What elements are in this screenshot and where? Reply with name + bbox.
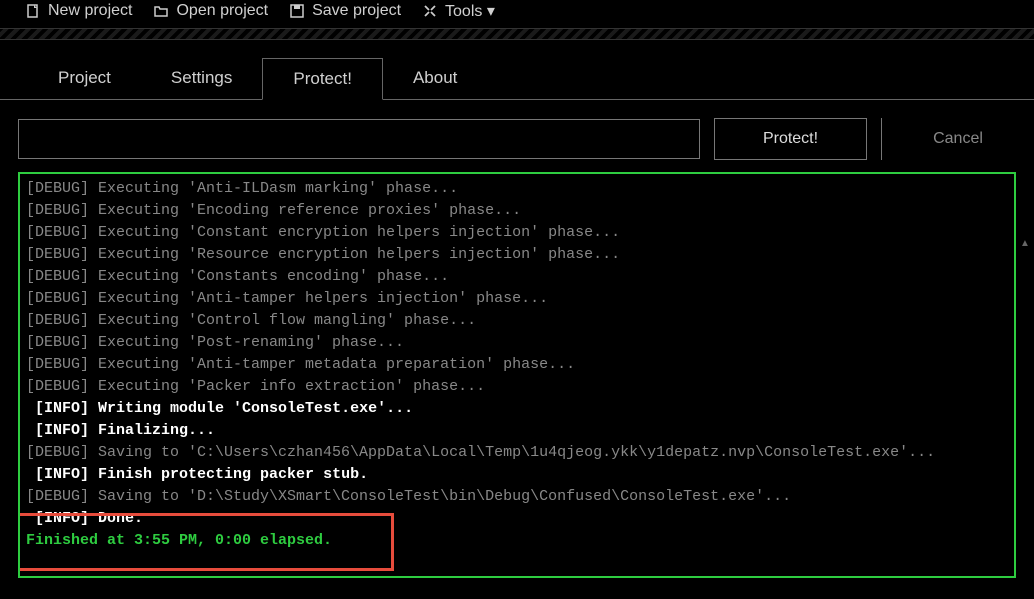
save-project-label: Save project	[312, 2, 401, 20]
log-line: [DEBUG] Executing 'Anti-tamper helpers i…	[26, 288, 1008, 310]
cancel-button[interactable]: Cancel	[881, 118, 1034, 160]
log-line: [DEBUG] Executing 'Constants encoding' p…	[26, 266, 1008, 288]
scroll-up-arrow[interactable]: ▲	[1016, 234, 1034, 252]
log-line: [DEBUG] Executing 'Packer info extractio…	[26, 376, 1008, 398]
action-row: Protect! Cancel	[0, 100, 1034, 172]
new-project-icon	[24, 2, 42, 20]
tools-icon	[421, 2, 439, 20]
progress-bar	[18, 119, 700, 159]
log-line: [INFO] Done.	[26, 508, 1008, 530]
tab-protect[interactable]: Protect!	[262, 58, 383, 100]
save-project-button[interactable]: Save project	[282, 0, 407, 22]
log-line: [INFO] Finish protecting packer stub.	[26, 464, 1008, 486]
log-line: [INFO] Finalizing...	[26, 420, 1008, 442]
protect-button[interactable]: Protect!	[714, 118, 867, 160]
toolbar: New project Open project Save project To…	[0, 0, 1034, 28]
save-project-icon	[288, 2, 306, 20]
console-output: [DEBUG] Executing 'Anti-ILDasm marking' …	[18, 172, 1016, 578]
new-project-label: New project	[48, 2, 132, 20]
log-line: Finished at 3:55 PM, 0:00 elapsed.	[26, 530, 1008, 552]
log-line: [INFO] Writing module 'ConsoleTest.exe'.…	[26, 398, 1008, 420]
open-project-label: Open project	[176, 2, 268, 20]
tools-label: Tools ▾	[445, 1, 495, 21]
scrollbar[interactable]: ▲	[1016, 234, 1034, 578]
log-line: [DEBUG] Executing 'Resource encryption h…	[26, 244, 1008, 266]
log-line: [DEBUG] Saving to 'D:\Study\XSmart\Conso…	[26, 486, 1008, 508]
log-line: [DEBUG] Executing 'Encoding reference pr…	[26, 200, 1008, 222]
tabs: Project Settings Protect! About	[0, 58, 1034, 99]
log-line: [DEBUG] Executing 'Anti-ILDasm marking' …	[26, 178, 1008, 200]
new-project-button[interactable]: New project	[18, 0, 138, 22]
log-line: [DEBUG] Executing 'Constant encryption h…	[26, 222, 1008, 244]
open-project-button[interactable]: Open project	[146, 0, 274, 22]
tab-project[interactable]: Project	[28, 58, 141, 99]
log-line: [DEBUG] Executing 'Post-renaming' phase.…	[26, 332, 1008, 354]
separator	[0, 28, 1034, 40]
log-line: [DEBUG] Executing 'Control flow mangling…	[26, 310, 1008, 332]
open-project-icon	[152, 2, 170, 20]
log-line: [DEBUG] Saving to 'C:\Users\czhan456\App…	[26, 442, 1008, 464]
tab-settings[interactable]: Settings	[141, 58, 262, 99]
tab-about[interactable]: About	[383, 58, 487, 99]
log-line: [DEBUG] Executing 'Anti-tamper metadata …	[26, 354, 1008, 376]
tools-dropdown[interactable]: Tools ▾	[415, 0, 501, 23]
